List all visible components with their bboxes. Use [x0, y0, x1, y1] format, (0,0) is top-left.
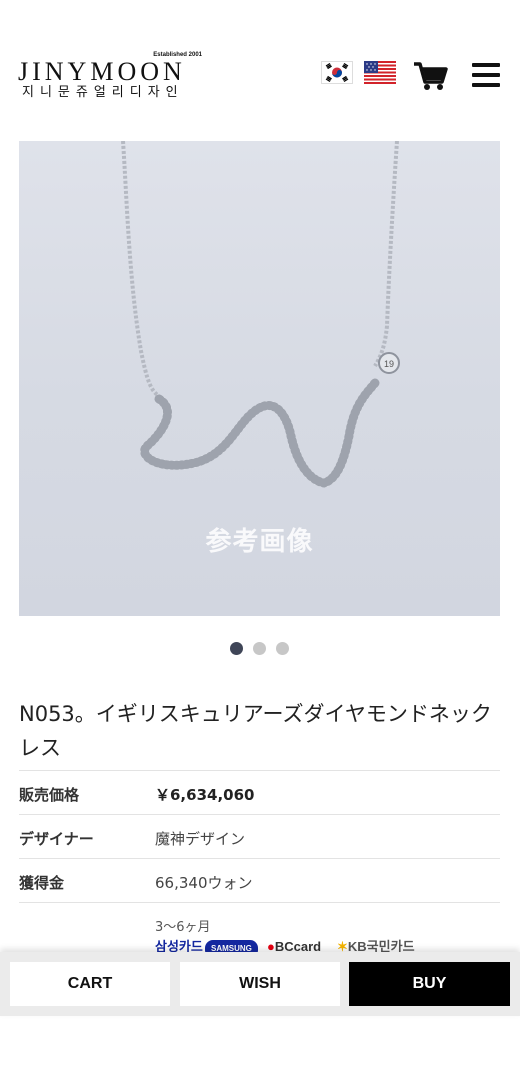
designer-value: 魔神デザイン	[155, 830, 246, 848]
wish-button[interactable]: WISH	[180, 962, 340, 1006]
jinymoon-logo[interactable]: Established 2001 JINYMOON 지니문쥬얼리디자인	[18, 52, 208, 104]
hamburger-menu-icon[interactable]	[470, 60, 502, 90]
buy-button[interactable]: BUY	[349, 962, 510, 1006]
reward-label: 獲得金	[19, 874, 65, 892]
purchase-action-bar: CART WISH BUY	[0, 952, 520, 1016]
carousel-dot-3[interactable]	[276, 642, 289, 655]
logo-sub-text: 지니문쥬얼리디자인	[22, 85, 184, 100]
logo-main-text: JINYMOON	[18, 57, 186, 86]
shopping-cart-icon[interactable]	[412, 58, 448, 92]
svg-text:19: 19	[384, 359, 394, 369]
reward-value: 66,340ウォン	[155, 874, 253, 892]
image-watermark: 参考画像	[205, 527, 314, 557]
reward-row: 獲得金 66,340ウォン	[19, 858, 500, 902]
price-value: ￥6,634,060	[155, 786, 255, 804]
designer-label: デザイナー	[19, 830, 94, 848]
carousel-dot-1[interactable]	[230, 642, 243, 655]
price-row: 販売価格 ￥6,634,060	[19, 770, 500, 814]
product-title: N053。イギリスキュリアーズダイヤモンドネックレス	[19, 702, 492, 760]
us-flag-icon[interactable]	[364, 61, 396, 84]
menu-bar-middle	[472, 73, 500, 77]
menu-bar-bottom	[472, 83, 500, 87]
cart-button[interactable]: CART	[10, 962, 170, 1006]
korean-flag-icon[interactable]	[321, 61, 353, 84]
site-header: Established 2001 JINYMOON 지니문쥬얼리디자인	[0, 0, 520, 120]
price-label: 販売価格	[19, 786, 80, 804]
carousel-dot-2[interactable]	[253, 642, 266, 655]
carousel-dots	[230, 642, 300, 656]
designer-row: デザイナー 魔神デザイン	[19, 814, 500, 858]
menu-bar-top	[472, 63, 500, 67]
installment-text: 3〜6ヶ月	[155, 920, 211, 935]
product-image[interactable]: 19 参考画像	[19, 141, 500, 616]
